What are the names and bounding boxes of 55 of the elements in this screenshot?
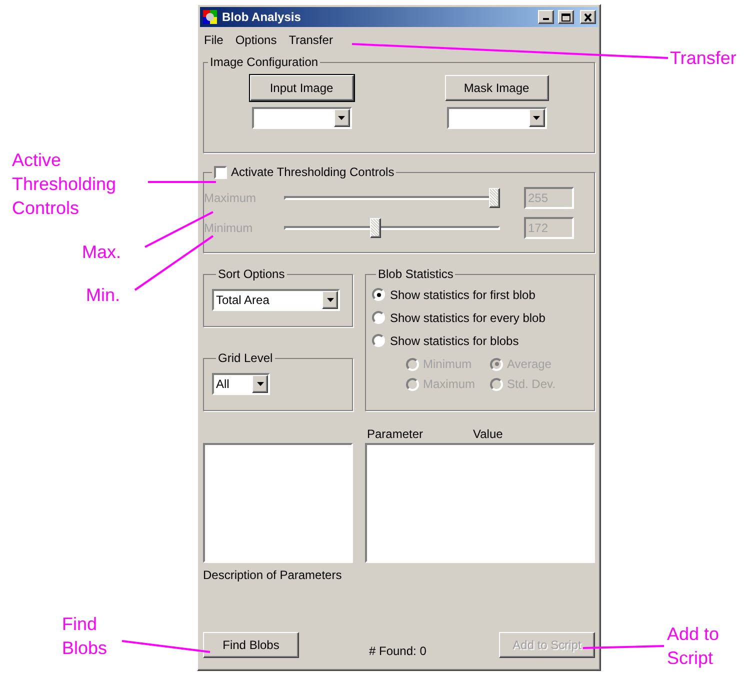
caret-icon [326,298,334,302]
group-title: Image Configuration [209,54,320,71]
radio-label: Show statistics for first blob [390,286,536,304]
radio-button[interactable] [372,288,385,301]
minimize-icon [543,18,549,20]
slider-thumb[interactable] [370,218,382,238]
annotation-label: Find Blobs [62,613,108,660]
maximize-button[interactable] [558,10,574,24]
leader-line [148,181,216,183]
annotation-label: Transfer [670,47,738,70]
image-dropdown[interactable] [252,107,352,129]
annotation-label: Max. [82,241,122,264]
menu-item[interactable]: Options [235,31,277,49]
image-dropdown[interactable] [446,107,546,129]
menu-item[interactable]: File [204,31,224,49]
close-icon [583,12,593,22]
parameter-list[interactable] [365,443,595,563]
image-button[interactable]: Mask Image [444,75,548,101]
annotation-label: Active Thresholding Controls [12,149,118,220]
minimize-button[interactable] [538,10,554,24]
radio-button[interactable] [406,358,419,370]
slider-track[interactable] [284,218,500,238]
caret-icon [338,116,345,120]
column-header: Parameter [367,426,424,443]
radio-button[interactable] [372,334,385,347]
group-title: Grid Level [217,350,274,367]
found-count: # Found: 0 [369,643,428,660]
find-button[interactable]: Find Blobs [203,632,299,658]
caret-icon [256,382,264,386]
annotation-label: Min. [86,284,122,307]
radio-label: Show statistics for every blob [390,310,546,326]
checkbox-label: Activate Thresholding Controls [231,164,394,181]
radio-button[interactable] [406,378,419,390]
slider-track[interactable] [284,188,500,208]
radio-label: Show statistics for blobs [390,332,519,350]
window-title: Blob Analysis [222,9,302,26]
radio-button[interactable] [490,358,503,370]
app-icon [202,9,218,25]
slider-thumb[interactable] [489,188,500,208]
radio-button[interactable] [372,311,385,324]
checkbox[interactable] [214,166,227,178]
description-list[interactable] [203,443,353,563]
caret-icon [533,116,540,120]
group-title: Blob Statistics [377,266,454,283]
column-header: Value [473,426,503,443]
description-label: Description of Parameters [203,567,343,584]
annotation-label: Add to Script [667,623,720,670]
radio-button[interactable] [490,378,503,390]
close-button[interactable] [580,10,596,24]
image-button[interactable]: Input Image [250,75,354,101]
menu-item[interactable]: Transfer [288,31,333,49]
maximize-icon [561,12,571,22]
group-title: Sort Options [217,266,286,283]
grid-dropdown[interactable]: All [212,373,270,395]
sort-dropdown[interactable]: Total Area [212,289,340,311]
